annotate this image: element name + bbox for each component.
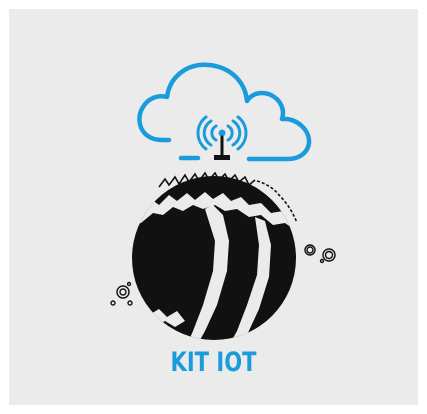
brand-title: KIT IOT (170, 347, 257, 378)
wireless-antenna-icon (196, 115, 248, 160)
cloud-icon (137, 62, 312, 162)
striped-ball-icon (132, 171, 298, 340)
logo-card: KIT IOT (9, 9, 418, 405)
logo-artwork (110, 62, 336, 340)
